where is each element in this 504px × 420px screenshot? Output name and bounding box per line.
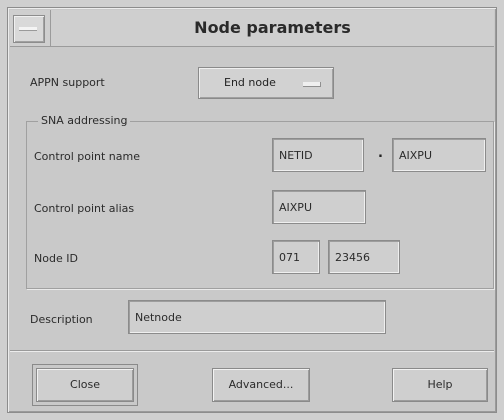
window-menu-icon (19, 27, 37, 31)
advanced-button[interactable]: Advanced... (212, 368, 310, 402)
window-menu-button[interactable] (13, 15, 45, 43)
description-label: Description (30, 313, 93, 326)
sna-addressing-title: SNA addressing (38, 114, 131, 127)
cp-name-separator: . (378, 146, 383, 161)
node-id-label: Node ID (34, 252, 78, 265)
description-input[interactable] (128, 300, 386, 334)
network-id-input[interactable] (272, 138, 364, 172)
appn-support-value: End node (224, 76, 276, 89)
option-menu-indicator-icon (303, 82, 321, 87)
node-id-input[interactable] (328, 240, 400, 274)
button-area-separator (10, 350, 494, 352)
title-bar: Node parameters (10, 10, 494, 47)
node-id-block-input[interactable] (272, 240, 320, 274)
node-parameters-window: Node parameters APPN support End node SN… (7, 7, 497, 413)
appn-support-label: APPN support (30, 76, 105, 89)
control-point-alias-input[interactable] (272, 190, 366, 224)
control-point-alias-label: Control point alias (34, 202, 135, 215)
window-title: Node parameters (50, 10, 494, 46)
appn-support-dropdown[interactable]: End node (198, 67, 334, 99)
help-button[interactable]: Help (392, 368, 488, 402)
control-point-name-label: Control point name (34, 150, 141, 163)
control-point-name-input[interactable] (392, 138, 486, 172)
close-button[interactable]: Close (32, 364, 138, 406)
